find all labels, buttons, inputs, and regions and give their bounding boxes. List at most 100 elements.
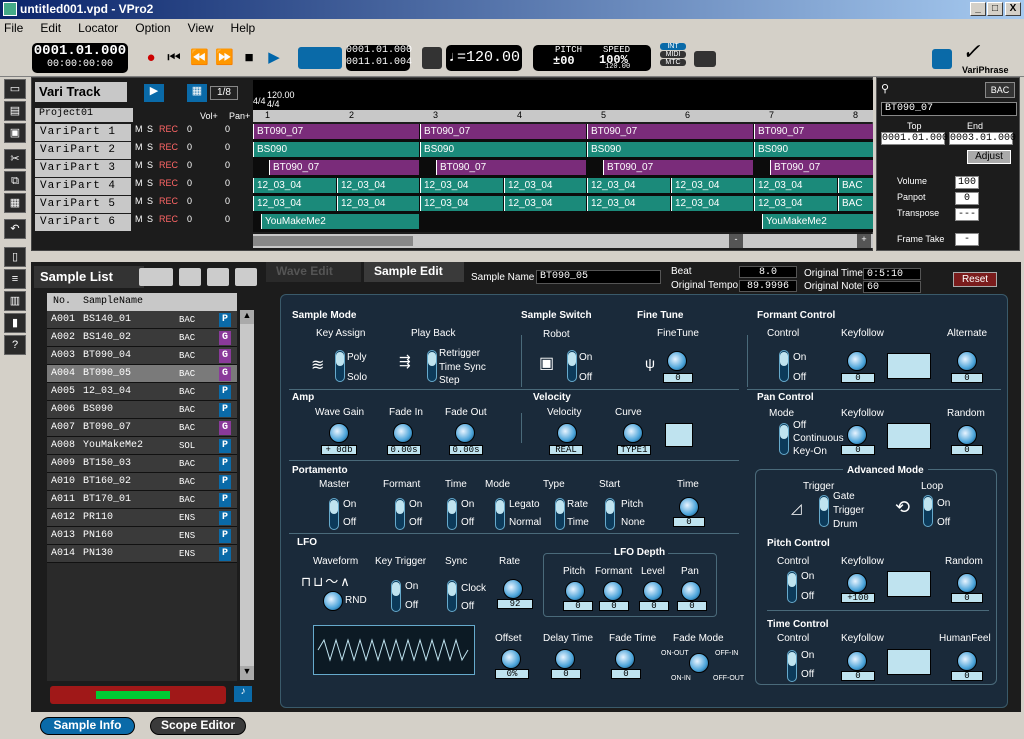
- track-1-mute[interactable]: M: [135, 124, 143, 134]
- sample-tag-badge[interactable]: P: [219, 475, 231, 489]
- pan-random-knob[interactable]: [957, 425, 977, 445]
- finetune-knob[interactable]: [667, 351, 687, 371]
- sample-tag-badge[interactable]: P: [219, 385, 231, 399]
- robot-toggle[interactable]: [567, 350, 577, 382]
- sample-tag-badge[interactable]: G: [219, 421, 231, 435]
- trash-icon[interactable]: [235, 268, 257, 286]
- sample-list-row[interactable]: A009 BT150_03 BAC P: [47, 455, 237, 473]
- offset-knob[interactable]: [501, 649, 521, 669]
- formant-keyfollow-knob[interactable]: [847, 351, 867, 371]
- close-button[interactable]: X: [1005, 2, 1021, 16]
- pitch-value[interactable]: ±00: [553, 54, 575, 68]
- sample-list-row[interactable]: A008 YouMakeMe2 SOL P: [47, 437, 237, 455]
- track-2-pan[interactable]: 0: [225, 142, 230, 152]
- beat-value[interactable]: 8.0: [739, 266, 797, 278]
- time-control-toggle[interactable]: [787, 650, 797, 682]
- frame-take-field[interactable]: -: [955, 233, 979, 246]
- sample-info-button[interactable]: Sample Info: [40, 717, 135, 735]
- time-keyfollow-knob[interactable]: [847, 651, 867, 671]
- undo-icon[interactable]: ↶: [4, 219, 26, 239]
- grid-icon[interactable]: ▥: [4, 291, 26, 311]
- snap-icon[interactable]: ▦: [187, 84, 207, 102]
- porta-master-toggle[interactable]: [329, 498, 339, 530]
- sample-list-row[interactable]: A010 BT160_02 BAC P: [47, 473, 237, 491]
- reset-button[interactable]: Reset: [953, 272, 997, 287]
- filter-icon[interactable]: ⚲: [881, 82, 895, 96]
- depth-level-knob[interactable]: [643, 581, 663, 601]
- sample-tag-badge[interactable]: P: [219, 547, 231, 561]
- bar-ruler[interactable]: 1 2 3 4 5 6 7 8: [253, 110, 873, 122]
- clip[interactable]: BT090_07: [253, 124, 419, 139]
- stop-button[interactable]: ■: [240, 49, 258, 67]
- loop-range-display[interactable]: 0001.01.000 0011.01.004: [346, 45, 412, 71]
- track-3-mute[interactable]: M: [135, 160, 143, 170]
- arrange-area[interactable]: BT090_07 BT090_07 BT090_07 BT090_07 BS09…: [253, 124, 873, 232]
- copy-icon[interactable]: ⧉: [4, 171, 26, 191]
- clip[interactable]: 12_03_04: [253, 196, 336, 211]
- scroll-up-icon[interactable]: ▲: [240, 310, 254, 324]
- track-2-vol[interactable]: 0: [187, 142, 192, 152]
- track-5-pan[interactable]: 0: [225, 196, 230, 206]
- sample-tag-badge[interactable]: G: [219, 349, 231, 363]
- sample-list-row[interactable]: A013 PN160 ENS P: [47, 527, 237, 545]
- porta-time-knob[interactable]: [679, 497, 699, 517]
- clip[interactable]: 12_03_04: [420, 196, 503, 211]
- sample-tag-badge[interactable]: P: [219, 493, 231, 507]
- end-field[interactable]: 0003.01.000: [949, 132, 1016, 145]
- clip[interactable]: 12_03_04: [337, 178, 419, 193]
- key-assign-toggle[interactable]: [335, 350, 345, 382]
- clip[interactable]: 12_03_04: [754, 196, 837, 211]
- track-1-solo[interactable]: S: [147, 124, 153, 134]
- menu-locator[interactable]: Locator: [78, 21, 118, 35]
- top-field[interactable]: 0001.01.000: [881, 132, 948, 145]
- clip[interactable]: BT090_07: [436, 160, 586, 175]
- clip[interactable]: 12_03_04: [420, 178, 503, 193]
- track-6-mute[interactable]: M: [135, 214, 143, 224]
- fade-time-knob[interactable]: [615, 649, 635, 669]
- maximize-button[interactable]: □: [987, 2, 1003, 16]
- depth-pitch-knob[interactable]: [565, 581, 585, 601]
- track-3-rec[interactable]: REC: [159, 160, 178, 170]
- scope-icon[interactable]: [932, 49, 952, 69]
- tab-wave-edit[interactable]: Wave Edit: [266, 262, 361, 282]
- trigger-toggle[interactable]: [819, 495, 829, 527]
- depth-formant-knob[interactable]: [603, 581, 623, 601]
- sync-mtc[interactable]: MTC: [660, 59, 686, 66]
- scroll-thumb[interactable]: [253, 236, 413, 246]
- sync-int[interactable]: INT: [660, 43, 686, 50]
- sample-list-row[interactable]: A005 12_03_04 BAC P: [47, 383, 237, 401]
- sync-midi[interactable]: MIDI: [660, 51, 686, 58]
- clip[interactable]: BS090: [754, 142, 873, 157]
- track-5-rec[interactable]: REC: [159, 196, 178, 206]
- zoom-out-icon[interactable]: -: [729, 234, 743, 248]
- sync-toggle[interactable]: [447, 580, 457, 612]
- track-2-solo[interactable]: S: [147, 142, 153, 152]
- track-4-pan[interactable]: 0: [225, 178, 230, 188]
- depth-pan-knob[interactable]: [681, 581, 701, 601]
- porta-start-toggle[interactable]: [605, 498, 615, 530]
- menu-option[interactable]: Option: [135, 21, 170, 35]
- loop-toggle-icon[interactable]: [298, 47, 342, 69]
- track-label-4[interactable]: VariPart 4: [35, 178, 131, 195]
- clip[interactable]: BAC: [838, 196, 873, 211]
- clip[interactable]: BS090: [420, 142, 586, 157]
- original-tempo-value[interactable]: 89.9996: [739, 280, 797, 292]
- horizontal-scrollbar[interactable]: - +: [253, 234, 873, 248]
- formant-control-toggle[interactable]: [779, 350, 789, 382]
- save-icon[interactable]: ▣: [4, 123, 26, 143]
- humanfeel-knob[interactable]: [957, 651, 977, 671]
- sample-tag-badge[interactable]: P: [219, 511, 231, 525]
- track-3-pan[interactable]: 0: [225, 160, 230, 170]
- waveform-knob[interactable]: [323, 591, 343, 611]
- clip[interactable]: BAC: [838, 178, 873, 193]
- sample-list-action-icon[interactable]: ♪: [234, 686, 252, 702]
- sample-tag-badge[interactable]: G: [219, 367, 231, 381]
- sample-list-row[interactable]: A002 BS140_02 BAC G: [47, 329, 237, 347]
- track-2-mute[interactable]: M: [135, 142, 143, 152]
- clip[interactable]: BT090_07: [770, 160, 873, 175]
- alternate-knob[interactable]: [957, 351, 977, 371]
- clip[interactable]: BS090: [587, 142, 753, 157]
- track-5-solo[interactable]: S: [147, 196, 153, 206]
- track-4-vol[interactable]: 0: [187, 178, 192, 188]
- sample-list-row[interactable]: A014 PN130 ENS P: [47, 545, 237, 563]
